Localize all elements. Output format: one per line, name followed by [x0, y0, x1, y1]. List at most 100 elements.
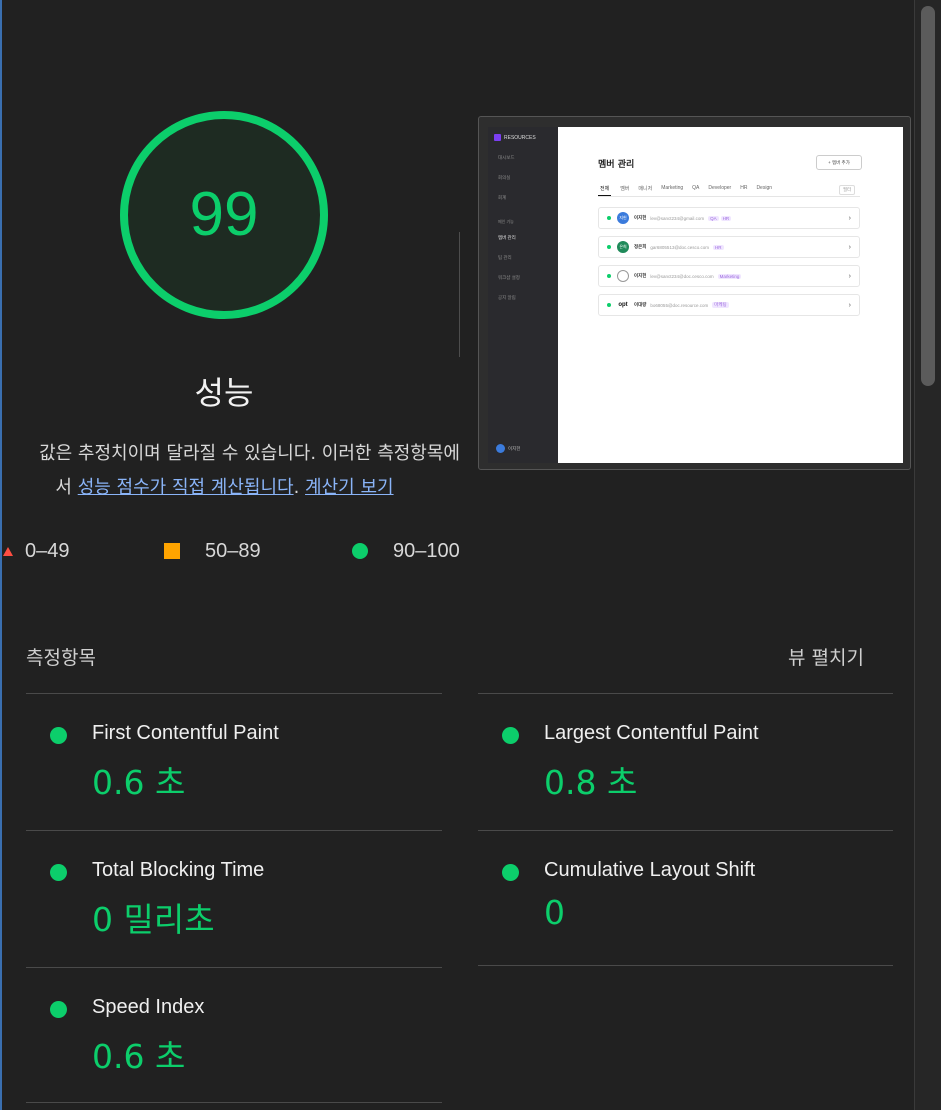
member-tag: HR	[713, 244, 724, 250]
divider	[459, 232, 460, 357]
divider	[26, 967, 442, 968]
avatar	[617, 270, 629, 282]
thumbnail-brand: RESOURCES	[494, 134, 536, 141]
description-separator: .	[293, 477, 306, 498]
pass-circle-icon	[50, 864, 67, 881]
thumbnail-page-title: 멤버 관리	[598, 160, 635, 170]
list-item: 은희 정은희 gar6805513@doc.cesco.com HR ›	[598, 236, 860, 258]
category-title: 성능	[194, 374, 254, 412]
thumbnail-tab: 매니저	[638, 186, 653, 192]
thumbnail-main: 멤버 관리 + 멤버 추가 전체 멤버 매니저 Marketing QA Dev…	[558, 127, 903, 463]
average-square-icon	[164, 543, 180, 559]
metric-value: 0 밀리초	[92, 900, 215, 939]
member-name: 이지헌	[634, 273, 647, 278]
divider	[478, 830, 893, 831]
thumbnail-nav-item: 공지 알림	[498, 295, 516, 300]
member-email: gar6805513@doc.cesco.com	[650, 244, 710, 250]
legend-fail-label: 0–49	[25, 539, 70, 562]
brand-logo-icon	[494, 134, 501, 141]
metric-name: Total Blocking Time	[92, 859, 265, 881]
status-dot-icon	[607, 274, 611, 278]
expand-view-toggle[interactable]: 뷰 펼치기	[788, 643, 864, 670]
thumbnail-tab: QA	[692, 185, 700, 191]
metric-name: First Contentful Paint	[92, 722, 279, 744]
final-screenshot-thumbnail[interactable]: RESOURCES 대시보드 회의실 회계 메인 기능 멤버 관리 팀 관리 워…	[478, 116, 911, 470]
legend-fail: 0–49	[3, 536, 70, 566]
member-email: lev@sanct234@gmail.com	[650, 215, 705, 221]
metric-name: Largest Contentful Paint	[544, 722, 759, 744]
member-email: lev@sanct234@doc.cesco.com	[650, 273, 714, 279]
thumbnail-nav-item: 워크샵 설정	[498, 275, 520, 280]
thumbnail-tab: 멤버	[620, 186, 630, 192]
window-edge	[0, 0, 2, 1110]
metric-value: 0	[544, 893, 565, 932]
score-description-line2: 서 성능 점수가 직접 계산됩니다. 계산기 보기	[0, 471, 449, 505]
member-tag: QA	[708, 215, 719, 221]
fail-triangle-icon	[3, 546, 13, 556]
status-dot-icon	[607, 216, 611, 220]
legend-average-label: 50–89	[205, 539, 261, 562]
divider	[478, 965, 893, 966]
thumbnail-tab: HR	[740, 185, 748, 191]
thumbnail-user: 이지헌	[496, 444, 520, 453]
divider	[26, 830, 442, 831]
member-name: 이지헌	[634, 215, 647, 220]
thumbnail-nav-section: 메인 기능	[498, 219, 514, 224]
avatar	[496, 444, 505, 453]
calculator-link[interactable]: 계산기 보기	[305, 477, 394, 498]
thumbnail-tab: Marketing	[661, 185, 684, 191]
thumbnail-tab: Developer	[708, 185, 732, 191]
member-name: 정은희	[634, 244, 647, 249]
member-tag: Marketing	[717, 273, 742, 279]
scrollbar-thumb[interactable]	[921, 6, 935, 386]
chevron-right-icon: ›	[848, 243, 851, 251]
avatar: 지헌	[617, 212, 629, 224]
metrics-title: 측정항목	[26, 647, 96, 669]
pass-circle-icon	[352, 543, 368, 559]
pass-circle-icon	[50, 727, 67, 744]
member-email: bo68055@doc.resource.com	[650, 302, 709, 308]
thumbnail-nav-item: 멤버 관리	[498, 235, 516, 240]
list-item: 이지헌 lev@sanct234@doc.cesco.com Marketing…	[598, 265, 860, 287]
legend-pass: 90–100	[352, 536, 460, 566]
avatar: 은희	[617, 241, 629, 253]
list-item: opt 이대량 bo68055@doc.resource.com 마케팅 ›	[598, 294, 860, 316]
divider	[26, 1102, 442, 1103]
thumbnail-tab: Design	[756, 185, 773, 191]
metric-value: 0.6 초	[92, 763, 186, 802]
thumbnail-brand-label: RESOURCES	[504, 134, 536, 141]
status-dot-icon	[607, 245, 611, 249]
thumbnail-nav-item: 팀 관리	[498, 255, 512, 260]
chevron-right-icon: ›	[848, 214, 851, 222]
legend-pass-label: 90–100	[393, 539, 460, 562]
pass-circle-icon	[502, 727, 519, 744]
score-description: 값은 추정치이며 달라질 수 있습니다. 이러한 측정항목에	[39, 443, 460, 464]
divider	[478, 693, 893, 694]
pass-circle-icon	[502, 864, 519, 881]
thumbnail-user-name: 이지헌	[508, 445, 521, 451]
chevron-right-icon: ›	[848, 301, 851, 309]
metric-name: Speed Index	[92, 996, 205, 1018]
description-prefix: 서	[55, 477, 78, 498]
status-dot-icon	[607, 303, 611, 307]
chevron-right-icon: ›	[848, 272, 851, 280]
thumbnail-nav-item: 회계	[498, 195, 507, 200]
divider	[26, 693, 442, 694]
thumbnail-nav-item: 회의실	[498, 175, 511, 180]
list-item: 지헌 이지헌 lev@sanct234@gmail.com QA HR ›	[598, 207, 860, 229]
pass-circle-icon	[50, 1001, 67, 1018]
avatar: opt	[617, 299, 629, 311]
metric-name: Cumulative Layout Shift	[544, 859, 756, 881]
member-tag: 마케팅	[712, 302, 729, 308]
thumbnail-add-button: + 멤버 추가	[816, 155, 862, 170]
metric-value: 0.8 초	[544, 763, 638, 802]
legend-average: 50–89	[164, 536, 261, 566]
thumbnail-filter: 필터	[839, 185, 856, 195]
thumbnail-sidebar: RESOURCES 대시보드 회의실 회계 메인 기능 멤버 관리 팀 관리 워…	[488, 127, 558, 463]
thumbnail-tabs: 전체 멤버 매니저 Marketing QA Developer HR Desi…	[598, 185, 860, 197]
score-calc-link[interactable]: 성능 점수가 직접 계산됩니다	[78, 477, 294, 498]
member-name: 이대량	[634, 302, 647, 307]
metric-value: 0.6 초	[92, 1037, 186, 1076]
member-tag: HR	[720, 215, 732, 221]
thumbnail-nav-item: 대시보드	[498, 155, 515, 160]
